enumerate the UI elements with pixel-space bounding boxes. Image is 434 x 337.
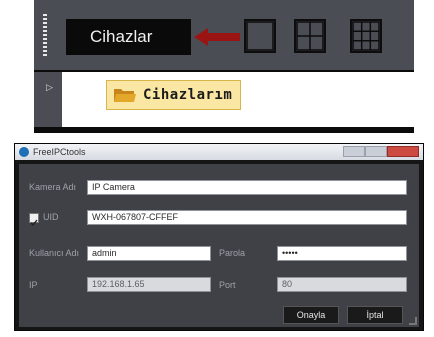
password-input[interactable]: ••••• (277, 246, 407, 261)
username-label: Kullanıcı Adı (29, 248, 80, 258)
app-icon (19, 147, 29, 157)
tree-node-my-devices[interactable]: Cihazlarım (106, 80, 242, 110)
quad-view-icon (296, 21, 324, 51)
camera-name-label: Kamera Adı (29, 182, 77, 192)
port-label: Port (219, 280, 236, 290)
toolbar-grip[interactable] (43, 14, 47, 58)
password-label: Parola (219, 248, 246, 258)
checkmark-icon (30, 219, 38, 227)
device-toolbar: Cihazlar (34, 0, 414, 70)
uid-label: UID (43, 212, 59, 222)
layout-4-button[interactable] (294, 19, 326, 53)
uid-input[interactable]: WXH-067807-CFFEF (87, 210, 407, 225)
nine-view-icon (352, 21, 380, 51)
pointer-arrow-icon (194, 28, 240, 46)
expand-caret-icon[interactable]: ▷ (46, 82, 53, 93)
maximize-button[interactable] (365, 146, 387, 157)
camera-settings-dialog: FreeIPCtools Kamera Adı IP Camera UID WX… (14, 143, 424, 331)
devices-title: Cihazlar (66, 19, 191, 55)
tree-node-label: Cihazlarım (143, 87, 233, 103)
device-panel: Cihazlar ▷ Cihazlarım (34, 0, 414, 133)
single-view-icon (246, 21, 274, 51)
tree-gutter (34, 72, 62, 127)
dialog-titlebar[interactable]: FreeIPCtools (15, 144, 423, 160)
confirm-button[interactable]: Onayla (283, 306, 339, 324)
resize-grip-icon[interactable] (409, 317, 417, 325)
port-input[interactable]: 80 (277, 277, 407, 292)
dialog-title: FreeIPCtools (33, 147, 86, 157)
camera-name-input[interactable]: IP Camera (87, 180, 407, 195)
folder-icon (114, 89, 136, 102)
ip-input[interactable]: 192.168.1.65 (87, 277, 211, 292)
ip-label: IP (29, 280, 38, 290)
cancel-button[interactable]: İptal (347, 306, 403, 324)
minimize-button[interactable] (343, 146, 365, 157)
layout-9-button[interactable] (350, 19, 382, 53)
close-button[interactable] (387, 146, 419, 157)
layout-1-button[interactable] (244, 19, 276, 53)
username-input[interactable]: admin (87, 246, 211, 261)
dialog-content: Kamera Adı IP Camera UID WXH-067807-CFFE… (19, 164, 419, 327)
uid-checkbox[interactable] (29, 213, 39, 227)
